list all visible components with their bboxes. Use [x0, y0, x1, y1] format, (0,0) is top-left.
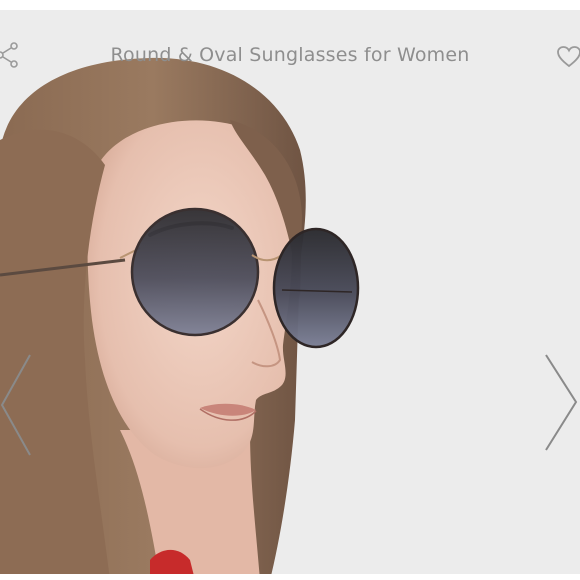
product-gallery: Round & Oval Sunglasses for Women	[0, 0, 580, 580]
chevron-right-icon[interactable]	[540, 350, 580, 460]
share-icon[interactable]	[0, 40, 22, 70]
product-title: Round & Oval Sunglasses for Women	[110, 44, 470, 66]
heart-icon[interactable]	[556, 45, 580, 69]
chevron-left-icon[interactable]	[0, 350, 40, 460]
product-photo	[0, 57, 360, 580]
bottom-border	[0, 574, 580, 580]
